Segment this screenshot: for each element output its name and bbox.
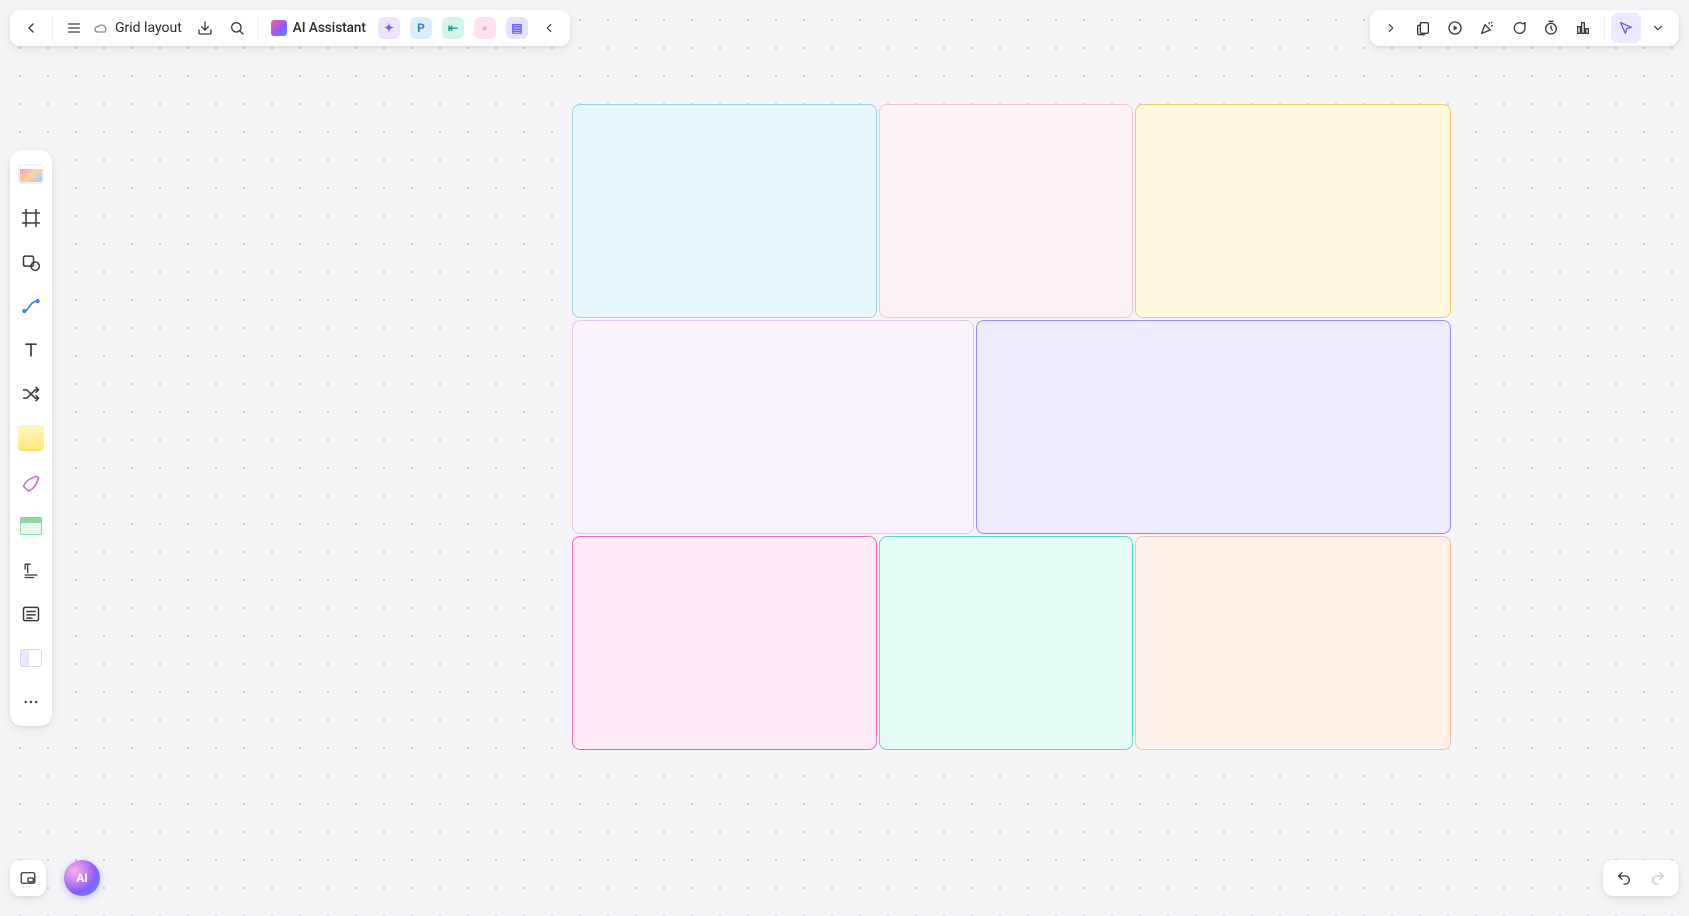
table-tool[interactable] (15, 510, 47, 542)
tool-chip-layout[interactable]: ▤ (502, 13, 532, 43)
group-chip-icon: ▫ (474, 17, 496, 39)
user-avatar[interactable]: AI (64, 860, 100, 896)
clipboard-button[interactable] (1408, 13, 1438, 43)
list-tool[interactable] (15, 598, 47, 630)
chevron-down-icon (1651, 21, 1665, 35)
expand-toolbar-button[interactable] (1376, 13, 1406, 43)
tool-chip-import[interactable]: ⇤ (438, 13, 468, 43)
download-button[interactable] (190, 13, 220, 43)
minimap-icon (19, 869, 37, 887)
tool-chip-sparkle[interactable]: ✦ (374, 13, 404, 43)
timer-icon (1543, 20, 1559, 36)
table-icon (20, 517, 42, 535)
text-block-icon (21, 560, 41, 580)
text-icon (21, 340, 41, 360)
more-tools-button[interactable] (1643, 13, 1673, 43)
chevron-left-icon (542, 21, 556, 35)
menu-button[interactable] (59, 13, 89, 43)
tool-chip-group[interactable]: ▫ (470, 13, 500, 43)
redo-icon (1650, 870, 1666, 886)
canvas-rect[interactable] (879, 104, 1133, 318)
shapes-icon (21, 252, 41, 272)
card-tool[interactable] (15, 158, 47, 190)
layout-chip-icon: ▤ (506, 17, 528, 39)
cursor-icon (1618, 20, 1634, 36)
search-icon (229, 20, 245, 36)
frame-icon (21, 208, 41, 228)
timer-button[interactable] (1536, 13, 1566, 43)
divider (52, 17, 53, 39)
panel-tool[interactable] (15, 642, 47, 674)
connector-icon (21, 296, 41, 316)
canvas-rect[interactable] (1135, 104, 1451, 318)
shuffle-tool[interactable] (15, 378, 47, 410)
ai-assistant-button[interactable]: AI Assistant (265, 13, 372, 43)
download-icon (197, 20, 213, 36)
import-chip-icon: ⇤ (442, 17, 464, 39)
text-block-tool[interactable] (15, 554, 47, 586)
more-horizontal-icon (22, 693, 40, 711)
chevron-left-icon (23, 20, 39, 36)
divider (258, 17, 259, 39)
pen-tool[interactable] (15, 466, 47, 498)
back-button[interactable] (16, 13, 46, 43)
canvas-rect[interactable] (572, 536, 877, 750)
top-toolbar-right (1370, 10, 1679, 46)
top-toolbar-left: Grid layout AI Assistant ✦ P ⇤ ▫ ▤ (10, 10, 570, 46)
panel-icon (20, 649, 42, 667)
sparkle-chip-icon: ✦ (378, 17, 400, 39)
canvas-rect[interactable] (572, 320, 974, 534)
canvas-rect[interactable] (879, 536, 1133, 750)
minimap-button[interactable] (10, 860, 46, 896)
undo-icon (1616, 870, 1632, 886)
canvas-rect[interactable] (1135, 536, 1451, 750)
play-button[interactable] (1440, 13, 1470, 43)
sticky-note-icon (18, 425, 44, 451)
cloud-icon (93, 20, 109, 36)
confetti-button[interactable] (1472, 13, 1502, 43)
comment-button[interactable] (1504, 13, 1534, 43)
frame-tool[interactable] (15, 202, 47, 234)
avatar-initials: AI (76, 871, 88, 885)
vote-button[interactable] (1568, 13, 1598, 43)
collapse-chips-button[interactable] (534, 13, 564, 43)
canvas-rect[interactable] (976, 320, 1451, 534)
bar-chart-icon (1575, 20, 1591, 36)
undo-button[interactable] (1609, 863, 1639, 893)
text-tool[interactable] (15, 334, 47, 366)
divider (1604, 17, 1605, 39)
document-title[interactable]: Grid layout (91, 20, 188, 36)
canvas-rect[interactable] (572, 104, 877, 318)
search-button[interactable] (222, 13, 252, 43)
shuffle-icon (21, 384, 41, 404)
comment-icon (1511, 20, 1527, 36)
shape-tool[interactable] (15, 246, 47, 278)
document-title-text: Grid layout (115, 20, 182, 36)
p-chip-icon: P (410, 17, 432, 39)
card-swatch-icon (19, 165, 43, 183)
ai-assistant-label: AI Assistant (293, 20, 366, 36)
party-icon (1479, 20, 1495, 36)
more-tools[interactable] (15, 686, 47, 718)
canvas[interactable] (0, 0, 1689, 916)
pointer-tool-button[interactable] (1611, 13, 1641, 43)
tool-chip-p[interactable]: P (406, 13, 436, 43)
redo-button[interactable] (1643, 863, 1673, 893)
list-icon (21, 604, 41, 624)
undo-redo-bar (1603, 860, 1679, 896)
play-circle-icon (1447, 20, 1463, 36)
left-tool-sidebar (10, 150, 52, 726)
chevron-right-icon (1384, 21, 1398, 35)
clipboard-icon (1415, 20, 1431, 36)
hamburger-icon (66, 20, 82, 36)
ai-logo-icon (271, 20, 287, 36)
connector-tool[interactable] (15, 290, 47, 322)
sticky-note-tool[interactable] (15, 422, 47, 454)
pen-icon (21, 472, 41, 492)
